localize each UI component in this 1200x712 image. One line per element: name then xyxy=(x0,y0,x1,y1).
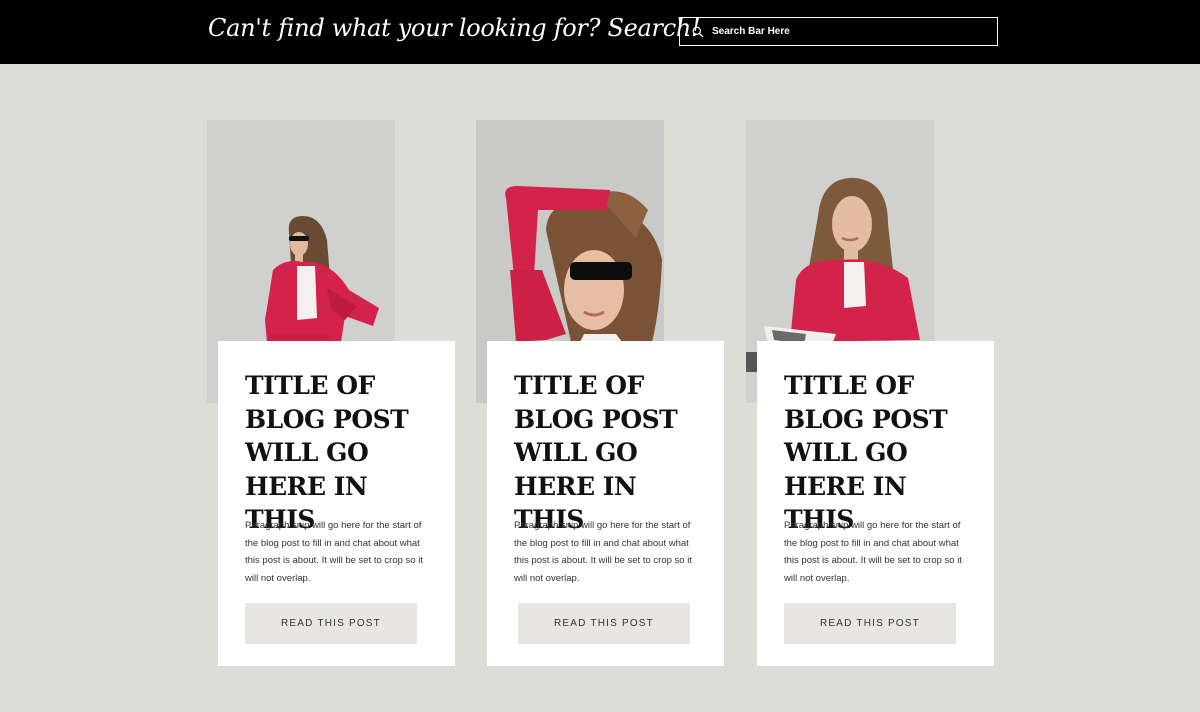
post-card: TITLE OF BLOG POST WILL GO HERE IN THIS … xyxy=(757,341,994,666)
post-title[interactable]: TITLE OF BLOG POST WILL GO HERE IN THIS xyxy=(784,369,984,537)
blog-post-card: TITLE OF BLOG POST WILL GO HERE IN THIS … xyxy=(207,120,457,666)
post-snippet: Paragraph snip will go here for the star… xyxy=(784,520,962,584)
post-card: TITLE OF BLOG POST WILL GO HERE IN THIS … xyxy=(218,341,455,666)
search-input[interactable] xyxy=(712,26,972,37)
read-post-button[interactable]: READ THIS POST xyxy=(245,603,417,644)
search-box[interactable] xyxy=(679,17,998,46)
post-card: TITLE OF BLOG POST WILL GO HERE IN THIS … xyxy=(487,341,724,666)
blog-post-card: TITLE OF BLOG POST WILL GO HERE IN THIS … xyxy=(746,120,996,666)
post-snippet: Paragraph snip will go here for the star… xyxy=(245,520,423,584)
post-title[interactable]: TITLE OF BLOG POST WILL GO HERE IN THIS xyxy=(245,369,445,537)
search-icon xyxy=(692,26,704,38)
read-post-button[interactable]: READ THIS POST xyxy=(784,603,956,644)
post-title[interactable]: TITLE OF BLOG POST WILL GO HERE IN THIS xyxy=(514,369,714,537)
post-snippet: Paragraph snip will go here for the star… xyxy=(514,520,692,584)
read-post-button[interactable]: READ THIS POST xyxy=(518,603,690,644)
blog-post-card: TITLE OF BLOG POST WILL GO HERE IN THIS … xyxy=(476,120,726,666)
search-tagline: Can't find what your looking for? Search… xyxy=(208,14,701,42)
top-search-bar: Can't find what your looking for? Search… xyxy=(0,0,1200,64)
